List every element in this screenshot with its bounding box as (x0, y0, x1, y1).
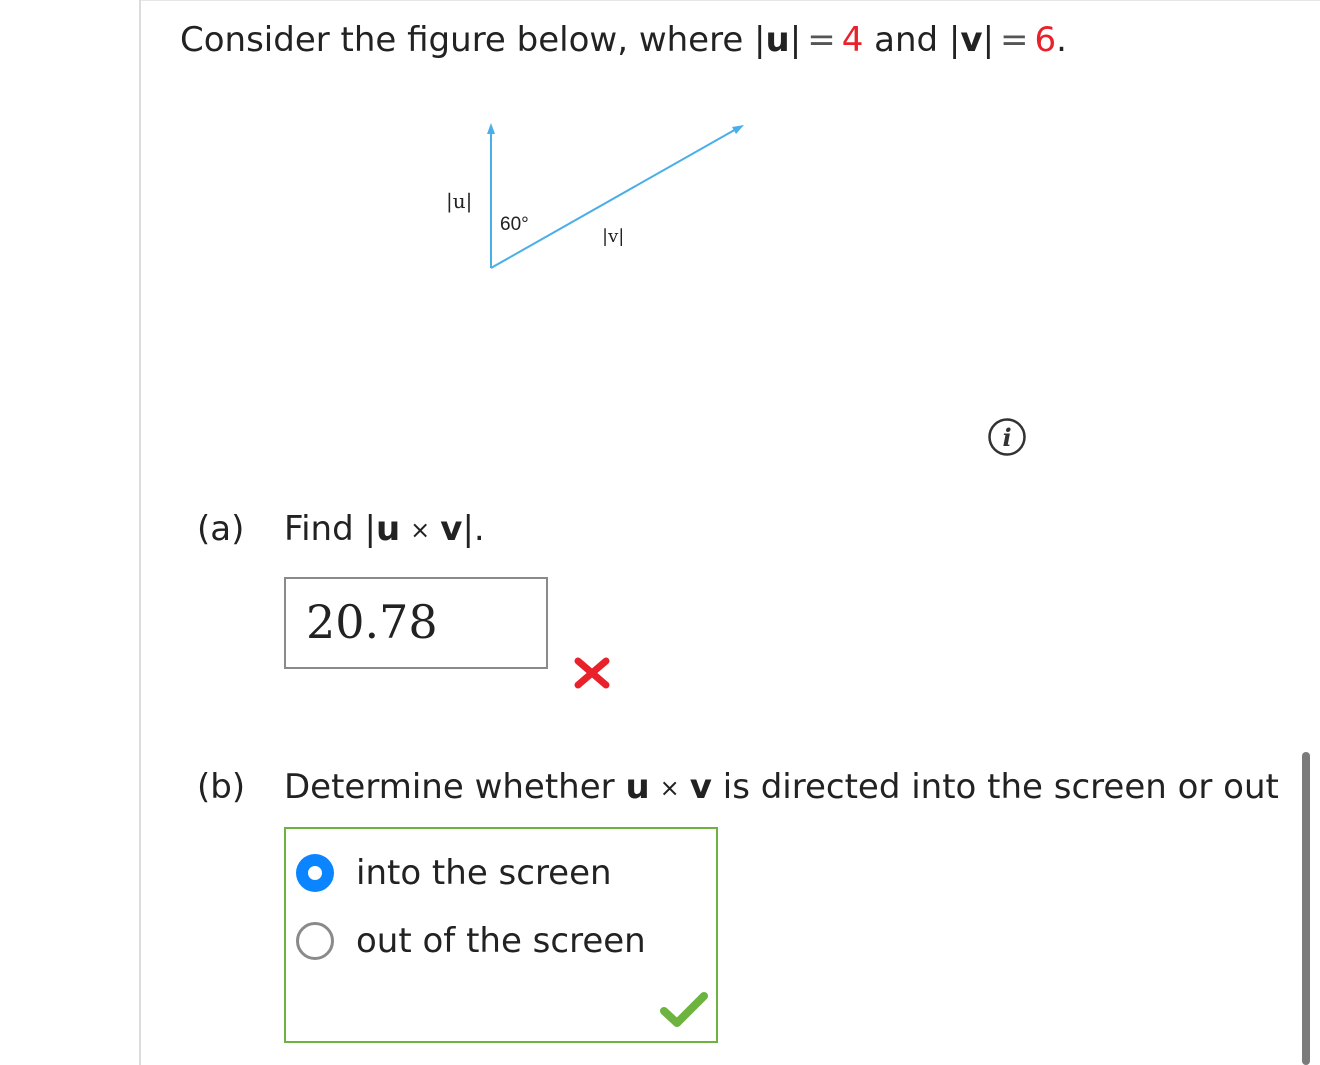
u-vector-arrowhead (487, 123, 495, 134)
wrong-mark-icon (574, 657, 610, 689)
vector-figure: |u| 60° |v| (446, 123, 744, 269)
choice-label: into the screen (356, 853, 612, 893)
choice-into-screen[interactable]: into the screen (296, 851, 612, 895)
angle-label: 60° (500, 214, 529, 235)
choice-label: out of the screen (356, 921, 646, 961)
left-divider (139, 0, 141, 1065)
v-magnitude-label: |v| (602, 226, 624, 247)
svg-text:i: i (1002, 423, 1011, 452)
answer-input[interactable]: 20.78 (284, 577, 548, 669)
answer-value: 20.78 (306, 595, 438, 649)
u-magnitude-label: |u| (446, 189, 472, 214)
radio-selected-icon[interactable] (296, 854, 334, 892)
part-b-prompt: (b) Determine whether u × v is directed int… (197, 767, 1279, 807)
v-vector-line (490, 127, 739, 269)
part-a-label: (a) (197, 509, 245, 549)
question-text: Consider the figure below, where |u| = 4 a… (180, 20, 1067, 60)
top-divider (141, 0, 1320, 1)
info-icon[interactable]: i (987, 417, 1027, 457)
vertical-scrollbar[interactable] (1302, 752, 1310, 1065)
v-vector-arrowhead (732, 125, 744, 134)
check-mark-icon (660, 992, 708, 1027)
choice-group: into the screen out of the screen (284, 827, 718, 1043)
part-b-label: (b) (197, 767, 246, 807)
choice-out-of-screen[interactable]: out of the screen (296, 919, 646, 963)
part-a-prompt: (a) Find |u × v|. (197, 509, 485, 549)
radio-unselected-icon[interactable] (296, 922, 334, 960)
